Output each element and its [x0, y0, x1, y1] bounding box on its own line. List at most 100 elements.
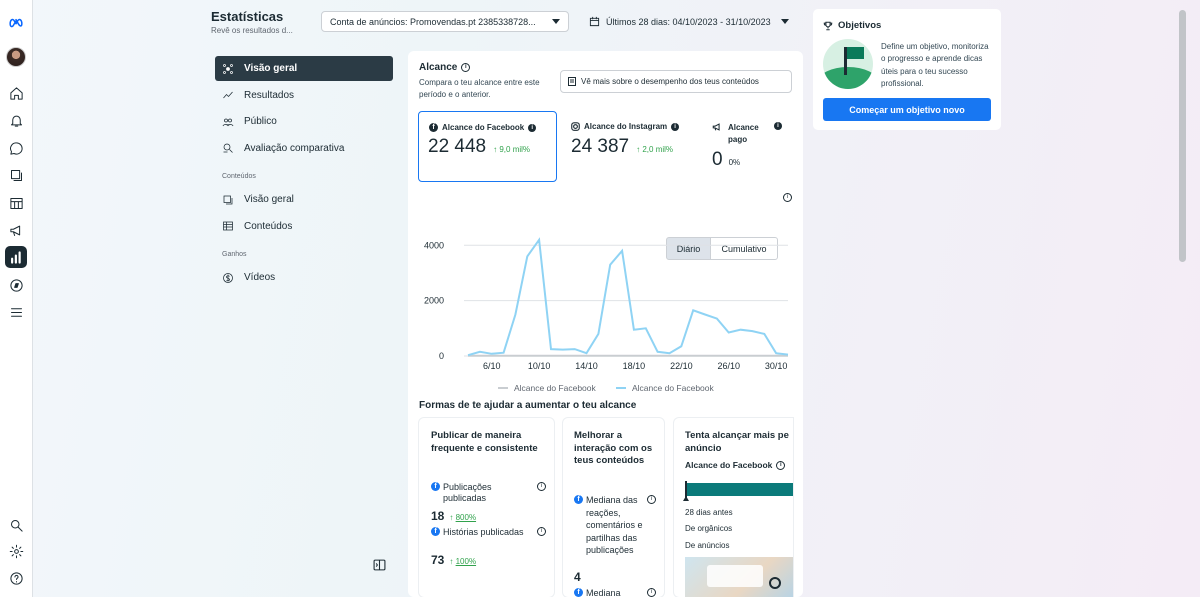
search-icon[interactable] — [5, 514, 27, 536]
goals-title: Objetivos — [838, 20, 882, 31]
reach-description: Compara o teu alcance entre este período… — [419, 78, 540, 99]
date-range-label: Últimos 28 dias: 04/10/2023 - 31/10/2023 — [606, 16, 771, 27]
help-card-title: Publicar de maneira frequente e consiste… — [431, 430, 538, 454]
help-card-ads: Tenta alcançar mais pe anúncio Alcance d… — [674, 418, 793, 597]
collapse-sidebar-icon[interactable] — [373, 559, 386, 571]
nav-item-label: Conteúdos — [244, 220, 293, 232]
legend-label: Alcance do Facebook — [632, 383, 714, 393]
home-icon[interactable] — [5, 82, 27, 104]
planner-icon[interactable] — [5, 192, 27, 214]
goals-card: Objetivos Define um objetivo, monitoriza… — [813, 9, 1001, 130]
instagram-reach-change: ↑ 2,0 mil% — [636, 145, 674, 154]
nav-item-label: Avaliação comparativa — [244, 142, 345, 154]
info-icon[interactable]: i — [528, 123, 537, 132]
ads-label: De anúncios — [685, 541, 730, 550]
facebook-icon: f — [431, 527, 440, 536]
notifications-icon[interactable] — [5, 109, 27, 131]
content-icon[interactable] — [5, 164, 27, 186]
calendar-icon — [589, 16, 600, 27]
document-icon — [568, 77, 576, 86]
info-icon[interactable]: i — [537, 482, 546, 491]
organic-label: De orgânicos — [685, 524, 733, 533]
info-icon[interactable]: i — [537, 527, 546, 536]
trophy-icon — [823, 21, 833, 30]
table-icon — [223, 221, 233, 231]
messages-icon[interactable] — [5, 137, 27, 159]
paid-reach-card[interactable]: Alcance pago i — [712, 122, 782, 146]
nav-item-videos[interactable]: Vídeos — [215, 265, 393, 290]
settings-gear-icon[interactable] — [5, 540, 27, 562]
date-range-dropdown[interactable]: Últimos 28 dias: 04/10/2023 - 31/10/2023 — [589, 11, 789, 32]
meta-logo-icon[interactable] — [5, 11, 27, 33]
overview-icon — [223, 63, 233, 74]
nav-item-label: Público — [244, 116, 277, 127]
info-icon[interactable]: i — [774, 122, 782, 130]
ads-megaphone-icon[interactable] — [5, 219, 27, 241]
nav-item-audience[interactable]: Público — [215, 109, 393, 134]
metric-stories: f Histórias publicadas i — [431, 527, 546, 538]
goals-description: Define um objetivo, monitoriza o progres… — [881, 42, 989, 88]
x-tick-label: 30/10 — [765, 361, 788, 371]
y-tick-label: 0 — [439, 351, 444, 361]
scrollbar-thumb[interactable] — [1179, 10, 1186, 262]
help-title: Formas de te ajudar a aumentar o teu alc… — [419, 400, 637, 411]
benchmark-icon — [223, 143, 233, 153]
people-icon — [222, 118, 234, 126]
insights-icon[interactable] — [5, 246, 27, 268]
nav-item-results[interactable]: Resultados — [215, 83, 393, 108]
content-stack-icon — [223, 195, 233, 204]
nav-item-content[interactable]: Conteúdos — [215, 214, 393, 239]
metric-posts: f Publicações publicadas i — [431, 482, 546, 504]
info-icon[interactable]: i — [783, 193, 792, 202]
help-icon[interactable] — [5, 567, 27, 589]
facebook-reach-change: ↑ 9,0 mil% — [493, 145, 531, 154]
nav-item-overview[interactable]: Visão geral — [215, 56, 393, 81]
facebook-icon: f — [431, 482, 440, 491]
info-icon[interactable]: i — [647, 588, 656, 597]
page-title: Estatísticas — [211, 9, 284, 24]
info-icon[interactable]: i — [461, 63, 471, 72]
facebook-reach-value: 22 448 — [428, 136, 487, 157]
instagram-reach-value: 24 387 — [571, 136, 630, 157]
instagram-reach-label: Alcance do Instagram — [584, 122, 668, 131]
help-card-subtitle: Alcance do Facebook — [685, 460, 773, 470]
page-subtitle: Revê os resultados d... — [211, 26, 293, 35]
period-label: 28 dias antes — [685, 508, 733, 517]
x-tick-label: 26/10 — [717, 361, 740, 371]
metric-median: f Mediana i — [574, 588, 656, 597]
compass-icon[interactable] — [5, 274, 27, 296]
start-goal-button[interactable]: Começar um objetivo novo — [823, 98, 991, 121]
metric-value: 18 — [431, 509, 445, 523]
metric-median-interactions: f Mediana das reações, comentários e par… — [574, 494, 656, 557]
x-tick-label: 18/10 — [623, 361, 646, 371]
account-dropdown[interactable]: Conta de anúncios: Promovendas.pt 238533… — [321, 11, 569, 32]
legend-label: Alcance do Facebook — [514, 383, 596, 393]
x-tick-label: 14/10 — [575, 361, 598, 371]
info-icon[interactable]: i — [671, 122, 680, 131]
help-card-title: Melhorar a interação com os teus conteúd… — [574, 430, 653, 466]
nav-item-label: Vídeos — [244, 272, 276, 283]
x-tick-label: 10/10 — [528, 361, 551, 371]
nav-item-benchmark[interactable]: Avaliação comparativa — [215, 136, 393, 161]
paid-reach-change: 0% — [728, 158, 741, 167]
metric-change: ↑ 800% — [449, 513, 477, 522]
info-icon[interactable]: i — [647, 495, 656, 504]
info-icon[interactable]: i — [776, 460, 786, 470]
paid-reach-value: 0 — [712, 149, 723, 170]
nav-item-label: Resultados — [244, 89, 295, 101]
account-dropdown-label: Conta de anúncios: Promovendas.pt 238533… — [330, 16, 536, 27]
help-card-engagement: Melhorar a interação com os teus conteúd… — [563, 418, 664, 597]
profile-avatar[interactable] — [6, 47, 26, 67]
facebook-icon: f — [574, 588, 583, 597]
metric-label: Publicações publicadas — [443, 482, 492, 503]
metric-value: 4 — [574, 570, 581, 584]
metric-change: ↑ 100% — [449, 557, 477, 566]
nav-item-content-overview[interactable]: Visão geral — [215, 187, 393, 212]
dollar-icon — [223, 272, 233, 283]
more-performance-button[interactable]: Vê mais sobre o desempenho dos teus cont… — [560, 70, 792, 93]
instagram-reach-card[interactable]: Alcance do Instagram i — [571, 122, 680, 131]
instagram-icon — [571, 122, 580, 131]
facebook-reach-card[interactable]: f Alcance do Facebook i 22 448 ↑ 9,0 mil… — [418, 111, 557, 182]
marker-arrow-icon — [683, 496, 689, 501]
menu-icon[interactable] — [5, 301, 27, 323]
